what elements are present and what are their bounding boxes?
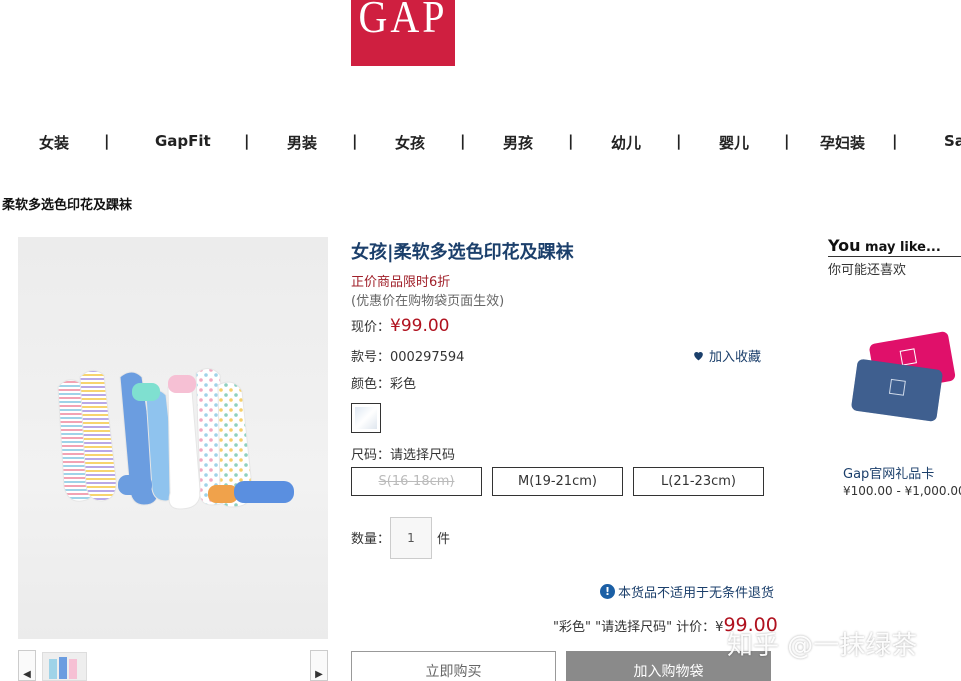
watermark: 知乎 @一抹绿茶 <box>727 631 918 661</box>
info-icon: ! <box>600 584 615 599</box>
recommend-title: You may like... <box>828 236 961 257</box>
gift-card-image[interactable] <box>850 330 961 425</box>
nav-separator: | <box>460 132 466 150</box>
nav-separator: | <box>568 132 574 150</box>
nav-separator: | <box>104 132 110 150</box>
return-notice-text: 本货品不适用于无条件退货 <box>618 586 775 601</box>
price-row: 现价：¥99.00 <box>351 316 450 336</box>
nav-item-gapfit[interactable]: GapFit <box>155 132 211 150</box>
product-image[interactable] <box>18 237 328 639</box>
heart-icon <box>694 351 703 361</box>
nav-item-boys[interactable]: 男孩 <box>503 132 533 153</box>
socks-illustration <box>57 368 294 510</box>
summary-text: "彩色" "请选择尺码" 计价：¥ <box>553 620 724 635</box>
nav-item-maternity[interactable]: 孕妇装 <box>820 132 865 153</box>
nav-item-men[interactable]: 男装 <box>287 132 317 153</box>
thumbnail-socks-icon <box>49 657 77 679</box>
return-notice: ! 本货品不适用于无条件退货 <box>600 582 774 601</box>
buy-now-button[interactable]: 立即购买 <box>351 651 556 681</box>
nav-separator: | <box>352 132 358 150</box>
size-label: 尺码： <box>351 448 391 463</box>
add-favorite-link[interactable]: 加入收藏 <box>692 346 761 365</box>
nav-item-toddler[interactable]: 幼儿 <box>611 132 641 153</box>
recommend-subtitle: 你可能还喜欢 <box>828 263 907 278</box>
gift-card-price: ¥100.00 - ¥1,000.00 <box>843 484 961 498</box>
breadcrumb: 柔软多选色印花及踝袜 <box>2 198 133 213</box>
quantity-label: 数量： <box>351 532 391 547</box>
nav-separator: | <box>892 132 898 150</box>
promo-note: (优惠价在购物袋页面生效) <box>351 294 505 309</box>
favorite-label: 加入收藏 <box>709 350 762 365</box>
quantity-unit: 件 <box>437 532 451 547</box>
nav-item-women[interactable]: 女装 <box>39 132 69 153</box>
product-title: 女孩|柔软多选色印花及踝袜 <box>351 242 574 263</box>
nav-item-baby[interactable]: 婴儿 <box>719 132 749 153</box>
size-option-m[interactable]: M(19-21cm) <box>492 467 623 496</box>
nav-separator: | <box>244 132 250 150</box>
size-row: 尺码：请选择尺码 <box>351 444 455 463</box>
sku-row: 款号：000297594 <box>351 346 464 365</box>
current-price: ¥99.00 <box>390 316 450 336</box>
nav-separator: | <box>676 132 682 150</box>
nav-separator: | <box>784 132 790 150</box>
logo-text: GAP <box>358 0 448 43</box>
size-option-s[interactable]: S(16-18cm) <box>351 467 482 496</box>
gift-card-name[interactable]: Gap官网礼品卡 <box>843 463 934 482</box>
recommend-title-small: may like... <box>860 240 941 255</box>
sku-value: 000297594 <box>390 350 465 365</box>
top-nav: 女装 | GapFit | 男装 | 女孩 | 男孩 | 幼儿 | 婴儿 | 孕… <box>0 128 961 154</box>
color-swatch-multi[interactable] <box>351 403 381 433</box>
color-row: 颜色：彩色 <box>351 373 416 392</box>
recommend-title-big: You <box>828 236 861 255</box>
price-label: 现价： <box>351 320 391 335</box>
size-value: 请选择尺码 <box>390 448 456 463</box>
quantity-input[interactable] <box>390 517 432 559</box>
nav-item-girls[interactable]: 女孩 <box>395 132 425 153</box>
thumbnail-carousel: ◀ ▶ <box>18 650 328 681</box>
thumb-prev-arrow[interactable]: ◀ <box>18 650 36 681</box>
promo-text: 正价商品限时6折 <box>351 275 451 290</box>
thumb-next-arrow[interactable]: ▶ <box>310 650 328 681</box>
nav-item-sale[interactable]: Sa <box>944 132 961 150</box>
gap-logo[interactable]: GAP <box>351 0 455 66</box>
sku-label: 款号： <box>351 350 391 365</box>
gift-card-icon <box>851 331 956 422</box>
color-value: 彩色 <box>390 377 417 392</box>
size-option-l[interactable]: L(21-23cm) <box>633 467 764 496</box>
swatch-fill <box>355 407 377 429</box>
color-label: 颜色： <box>351 377 391 392</box>
thumbnail-1[interactable] <box>42 652 87 681</box>
